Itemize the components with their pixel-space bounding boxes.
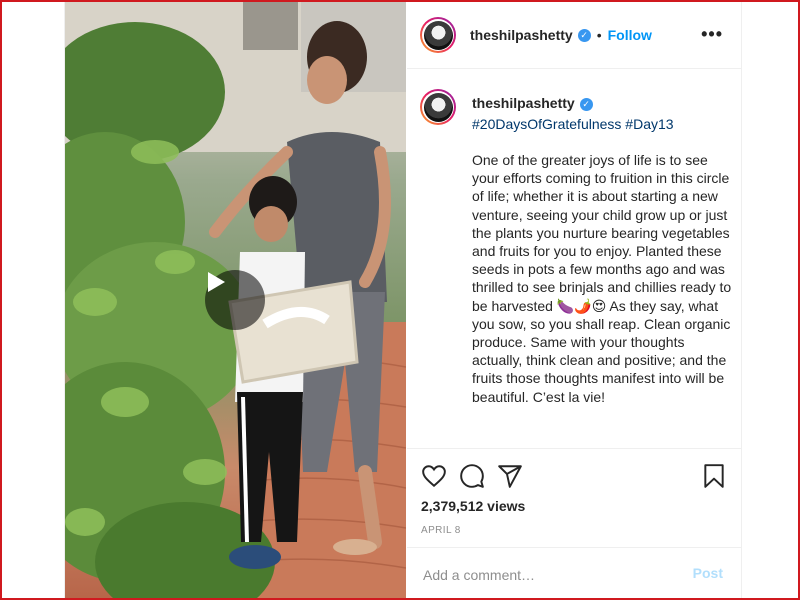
view-count[interactable]: 2,379,512 views xyxy=(421,498,525,514)
post-date[interactable]: APRIL 8 xyxy=(421,525,461,536)
avatar-border xyxy=(422,19,454,51)
comment-bar: Post xyxy=(407,547,741,599)
share-icon[interactable] xyxy=(497,463,523,489)
follow-button[interactable]: Follow xyxy=(608,27,652,43)
bookmark-icon[interactable] xyxy=(701,463,727,489)
header-username[interactable]: theshilpashetty xyxy=(470,27,573,43)
avatar-image xyxy=(423,92,453,122)
caption-header: theshilpashetty ✓ #20DaysOfGratefulness #… xyxy=(472,95,732,132)
post-comment-button[interactable]: Post xyxy=(693,565,723,581)
verified-badge-icon: ✓ xyxy=(579,97,593,111)
post-header: theshilpashetty ✓ • Follow ••• xyxy=(407,2,741,69)
caption-avatar-wrap xyxy=(420,89,456,125)
play-icon xyxy=(208,272,225,292)
caption-section: theshilpashetty ✓ #20DaysOfGratefulness #… xyxy=(407,69,741,447)
play-button[interactable] xyxy=(205,270,265,330)
caption-user-line: theshilpashetty ✓ xyxy=(472,95,732,111)
caption-hashtags[interactable]: #20DaysOfGratefulness #Day13 xyxy=(472,116,732,132)
comment-input[interactable] xyxy=(421,562,665,588)
profile-avatar[interactable] xyxy=(420,17,456,53)
caption-avatar[interactable] xyxy=(420,89,456,125)
caption-username[interactable]: theshilpashetty xyxy=(472,95,575,111)
heart-icon[interactable] xyxy=(421,463,447,489)
more-options-icon[interactable]: ••• xyxy=(701,24,723,45)
post-video[interactable] xyxy=(65,2,406,598)
header-separator: • xyxy=(596,27,602,43)
post-side-panel: theshilpashetty ✓ • Follow ••• theshilpa… xyxy=(407,2,741,598)
comment-icon[interactable] xyxy=(459,463,485,489)
verified-badge-icon: ✓ xyxy=(577,28,591,42)
avatar-image xyxy=(423,20,453,50)
caption-text: One of the greater joys of life is to se… xyxy=(472,152,732,405)
action-bar xyxy=(407,448,741,501)
avatar-border xyxy=(422,91,454,123)
instagram-post: theshilpashetty ✓ • Follow ••• theshilpa… xyxy=(64,2,742,598)
